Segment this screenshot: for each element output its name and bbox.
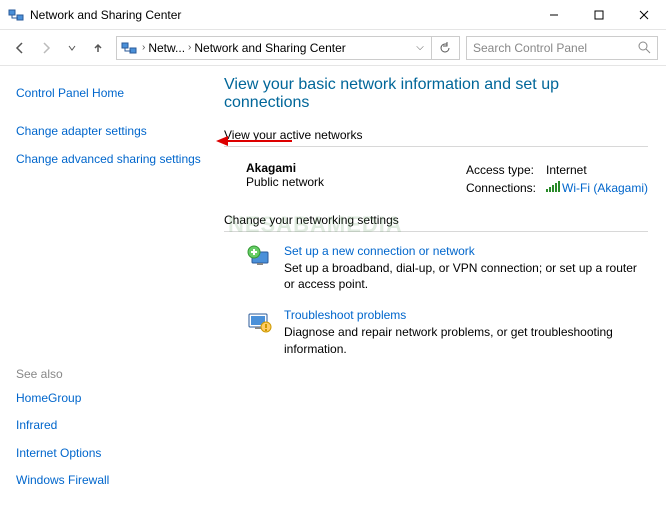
- troubleshoot-option[interactable]: Troubleshoot problems Diagnose and repai…: [224, 300, 648, 364]
- back-button[interactable]: [8, 36, 32, 60]
- troubleshoot-desc: Diagnose and repair network problems, or…: [284, 324, 648, 356]
- refresh-button[interactable]: [431, 36, 457, 60]
- maximize-button[interactable]: [576, 0, 621, 30]
- forward-button[interactable]: [34, 36, 58, 60]
- see-also-heading: See also: [16, 363, 204, 385]
- troubleshoot-icon: [246, 308, 274, 336]
- troubleshoot-title: Troubleshoot problems: [284, 308, 648, 322]
- control-panel-home-link[interactable]: Control Panel Home: [16, 80, 204, 118]
- sidebar: Control Panel Home Change adapter settin…: [0, 66, 212, 505]
- up-button[interactable]: [86, 36, 110, 60]
- address-bar[interactable]: › Netw... › Network and Sharing Center ⌵: [116, 36, 460, 60]
- setup-connection-title: Set up a new connection or network: [284, 244, 648, 258]
- access-type-value: Internet: [546, 161, 648, 179]
- section-active-networks: View your active networks: [224, 128, 648, 147]
- breadcrumb-item[interactable]: Network and Sharing Center: [194, 41, 345, 55]
- page-title: View your basic network information and …: [224, 76, 648, 112]
- access-type-label: Access type:: [466, 161, 536, 179]
- internet-options-link[interactable]: Internet Options: [16, 440, 204, 468]
- toolbar: › Netw... › Network and Sharing Center ⌵…: [0, 30, 666, 66]
- change-advanced-sharing-link[interactable]: Change advanced sharing settings: [16, 146, 204, 174]
- titlebar: Network and Sharing Center: [0, 0, 666, 30]
- setup-connection-option[interactable]: Set up a new connection or network Set u…: [224, 236, 648, 300]
- search-icon: [638, 41, 651, 54]
- setup-connection-desc: Set up a broadband, dial-up, or VPN conn…: [284, 260, 648, 292]
- network-center-icon: [8, 7, 24, 23]
- recent-dropdown[interactable]: [60, 36, 84, 60]
- active-network-row: Akagami Public network Access type: Conn…: [224, 151, 648, 213]
- connections-label: Connections:: [466, 179, 536, 197]
- address-dropdown[interactable]: ⌵: [411, 42, 429, 53]
- breadcrumb-item[interactable]: Netw...: [148, 41, 185, 55]
- main-content: View your basic network information and …: [212, 66, 666, 505]
- homegroup-link[interactable]: HomeGroup: [16, 385, 204, 413]
- search-placeholder: Search Control Panel: [473, 41, 638, 55]
- window-title: Network and Sharing Center: [30, 8, 531, 22]
- change-adapter-settings-link[interactable]: Change adapter settings: [16, 118, 204, 146]
- infrared-link[interactable]: Infrared: [16, 412, 204, 440]
- network-center-icon: [121, 40, 137, 56]
- wifi-signal-icon: [546, 182, 560, 192]
- windows-firewall-link[interactable]: Windows Firewall: [16, 467, 204, 495]
- setup-connection-icon: [246, 244, 274, 272]
- close-button[interactable]: [621, 0, 666, 30]
- minimize-button[interactable]: [531, 0, 576, 30]
- chevron-right-icon[interactable]: ›: [139, 42, 148, 53]
- chevron-right-icon[interactable]: ›: [185, 42, 194, 53]
- network-type: Public network: [246, 175, 466, 189]
- connection-link[interactable]: Wi-Fi (Akagami): [546, 179, 648, 197]
- section-change-settings: Change your networking settings: [224, 213, 648, 232]
- network-name: Akagami: [246, 161, 466, 175]
- search-input[interactable]: Search Control Panel: [466, 36, 658, 60]
